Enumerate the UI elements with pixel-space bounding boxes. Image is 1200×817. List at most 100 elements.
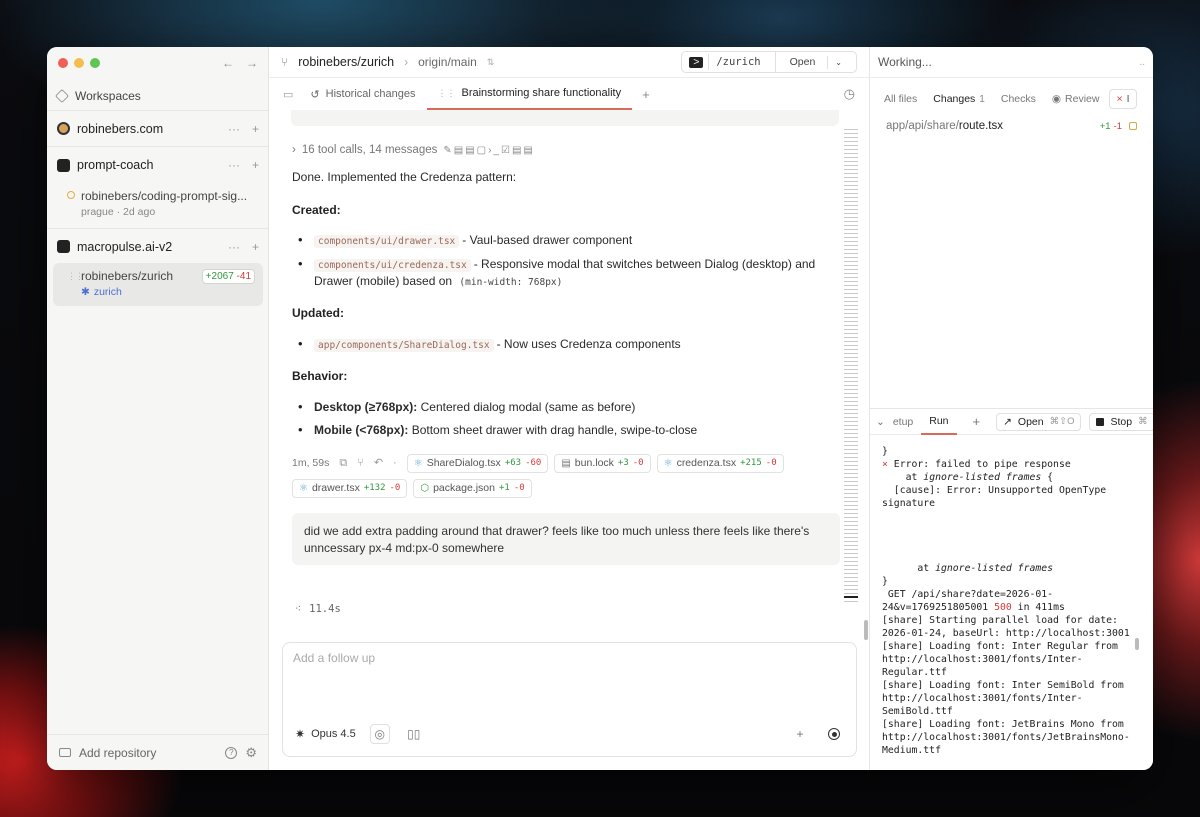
file-chip[interactable]: ⬡ package.json +1 -0 — [413, 478, 532, 498]
terminal-output: } × Error: failed to pipe response at ig… — [882, 445, 1140, 765]
project-macropulse[interactable]: macropulse.ai-v2 ··· + — [47, 228, 269, 264]
terminal-line: at — [882, 472, 924, 483]
tab-brainstorming[interactable]: ⋮⋮ Brainstorming share functionality — [426, 78, 633, 110]
more-icon[interactable]: ··· — [228, 122, 240, 136]
project-prompt-coach[interactable]: prompt-coach ··· + — [47, 147, 269, 183]
stop-icon — [1096, 417, 1105, 426]
assistant-text: Done. Implemented the Credenza pattern: — [292, 169, 517, 184]
copy-icon[interactable]: ⧉ — [339, 456, 347, 471]
workspaces-link[interactable]: Workspaces — [47, 81, 269, 111]
drag-handle-icon[interactable]: ⋮⋮ — [67, 271, 84, 282]
plus-icon[interactable]: + — [252, 122, 259, 136]
tab-label: Checks — [1000, 93, 1036, 105]
session-time: 2d ago — [123, 206, 156, 218]
scroll-minimap[interactable] — [844, 129, 858, 604]
minimize-window-button[interactable] — [74, 58, 84, 68]
file-chip[interactable]: ▤ bun.lock +3 -0 — [554, 453, 651, 473]
behavior-list: Desktop (≥768px): Centered dialog modal … — [292, 398, 837, 439]
repo-name[interactable]: robinebers/zurich — [298, 55, 394, 69]
thinking-time: 11.4s — [309, 603, 341, 615]
main-panel: ⑂ robinebers/zurich › origin/main ⇅ > /zu… — [269, 47, 869, 770]
terminal-line: [share] Loading font: Inter Regular from… — [882, 641, 1124, 678]
chevron-updown-icon[interactable]: ⇅ — [487, 57, 495, 68]
stop-button[interactable]: Stop ⌘ — [1089, 412, 1153, 431]
plus-icon[interactable]: + — [252, 158, 259, 172]
tab-all-files[interactable]: All files — [878, 90, 923, 108]
file-chip[interactable]: ⚛ ShareDialog.tsx +63 -60 — [406, 453, 549, 473]
list-item: components/ui/drawer.tsx- Vaul-based dra… — [292, 231, 837, 249]
session-zurich[interactable]: ⋮⋮ robinebers/zurich ✱ zurich +2067 -41 — [53, 263, 263, 306]
tool-calls-toggle[interactable]: › 16 tool calls, 14 messages ✎▤▤▢›_☑▤▤ — [292, 143, 837, 159]
record-button[interactable] — [824, 724, 844, 744]
terminal-line: ignore-listed frames — [935, 563, 1054, 574]
zoom-window-button[interactable] — [90, 58, 100, 68]
undo-icon[interactable]: ↶ — [374, 456, 383, 471]
record-icon — [828, 728, 840, 740]
branch-selector[interactable]: origin/main — [418, 55, 477, 69]
updated-heading: Updated: — [292, 306, 344, 321]
turn-summary: 1m, 59s ⧉ ⑂ ↶ · ⚛ ShareDialog.tsx +63 -60 ▤… — [292, 453, 812, 498]
sidebar-toggle-icon[interactable]: ▭ — [283, 78, 299, 110]
terminal-scrollbar[interactable] — [1135, 638, 1139, 650]
more-icon[interactable]: ··· — [228, 158, 240, 172]
session-coding-prompt[interactable]: robinebers/coding-prompt-sig... prague ·… — [53, 183, 263, 224]
settings-icon[interactable]: ⚙ — [245, 745, 257, 761]
tool-calls-summary: 16 tool calls, 14 messages — [301, 144, 438, 156]
created-list: components/ui/drawer.tsx- Vaul-based dra… — [292, 231, 837, 289]
terminal-tabs: ⌄ etup Run + ↗ Open ⌘⇧O Stop ⌘ — [870, 408, 1153, 435]
fork-icon[interactable]: ⑂ — [357, 456, 364, 471]
resize-handle-icon[interactable]: .. — [1139, 57, 1145, 68]
file-path: app/components/ShareDialog.tsx — [314, 338, 494, 352]
file-name: credenza.tsx — [676, 457, 737, 470]
more-icon[interactable]: ··· — [228, 240, 240, 254]
close-window-button[interactable] — [58, 58, 68, 68]
attach-plus-icon[interactable]: + — [790, 724, 810, 744]
session-location: prague — [81, 206, 114, 218]
map-icon[interactable]: ▯▯ — [404, 724, 424, 744]
deletions: -0 — [765, 458, 777, 469]
additions: +1 — [1099, 120, 1111, 132]
deletions: -0 — [389, 483, 401, 494]
chevron-down-icon[interactable]: ⌄ — [876, 416, 885, 428]
new-tab-button[interactable]: + — [632, 78, 660, 110]
changed-file-row[interactable]: app/api/share/route.tsx +1 -1 — [870, 112, 1153, 132]
error-toggle[interactable]: × I — [1109, 89, 1137, 109]
created-heading: Created: — [292, 202, 341, 217]
folder-plus-icon — [59, 748, 71, 757]
tab-changes[interactable]: Changes 1 — [927, 90, 991, 108]
additions: +1 — [498, 483, 510, 494]
plus-icon[interactable]: + — [252, 240, 259, 254]
project-name: robinebers.com — [77, 121, 164, 136]
close-icon: × — [1116, 93, 1123, 105]
history-clock-icon[interactable]: ◷ — [844, 78, 869, 110]
scrollbar[interactable] — [864, 620, 868, 640]
file-path: components/ui/drawer.tsx — [314, 234, 460, 248]
follow-up-input[interactable] — [293, 651, 843, 711]
chevron-right-icon: › — [292, 144, 296, 156]
help-icon[interactable]: ? — [225, 746, 238, 759]
model-selector[interactable]: ✷ Opus 4.5 — [295, 727, 356, 741]
tab-review[interactable]: ◉ Review — [1046, 90, 1106, 108]
new-terminal-button[interactable]: + — [965, 414, 989, 429]
open-dropdown[interactable]: Open ⌄ — [774, 52, 856, 72]
tab-label: All files — [884, 93, 918, 105]
path-pill[interactable]: > /zurich — [682, 52, 774, 72]
terminal-line: ignore-listed frames — [923, 472, 1042, 483]
tab-run[interactable]: Run — [921, 408, 957, 435]
add-repository-button[interactable]: Add repository — [79, 746, 156, 760]
file-chip[interactable]: ⚛ credenza.tsx +215 -0 — [656, 453, 784, 473]
terminal-icon: > — [689, 56, 704, 68]
brain-icon[interactable]: ◎ — [369, 724, 390, 744]
tab-setup[interactable]: etup — [893, 416, 913, 428]
open-button[interactable]: ↗ Open ⌘⇧O — [996, 412, 1082, 431]
project-robinebers-com[interactable]: robinebers.com ··· + — [47, 111, 269, 147]
tab-checks[interactable]: Checks — [995, 90, 1042, 108]
changes-count: 1 — [979, 93, 985, 105]
tab-historical-changes[interactable]: ↺ Historical changes — [299, 78, 426, 110]
item-text: - Vaul-based drawer component — [462, 232, 633, 247]
list-item: Mobile (<768px): Bottom sheet drawer wit… — [292, 421, 837, 439]
forward-arrow-icon[interactable]: → — [246, 56, 258, 70]
back-arrow-icon[interactable]: ← — [222, 56, 234, 70]
file-name: bun.lock — [574, 457, 614, 470]
file-chip[interactable]: ⚛ drawer.tsx +132 -0 — [292, 478, 408, 498]
